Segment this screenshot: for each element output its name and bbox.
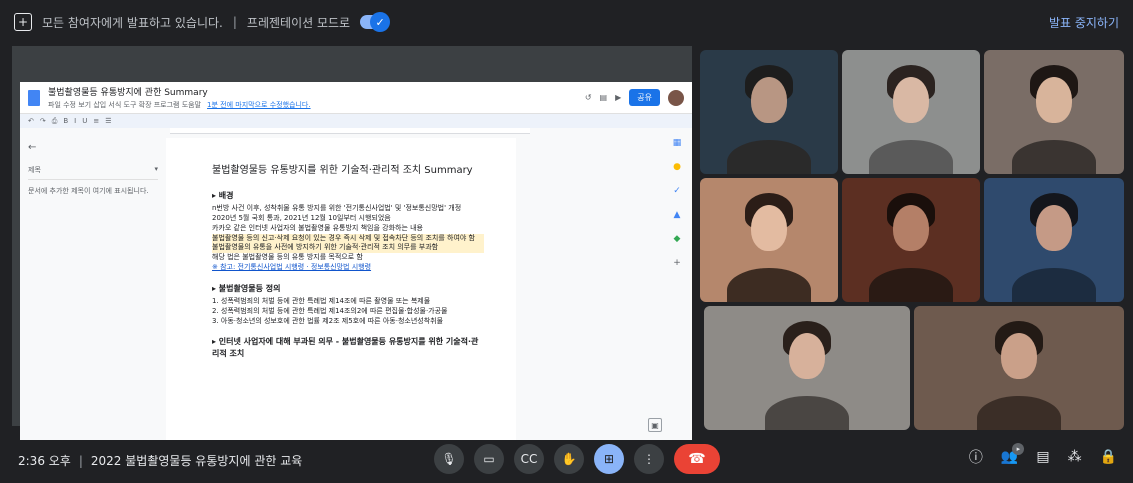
doc-page: 불법촬영물등 유통방지를 위한 기술적·관리적 조치 Summary ▸ 배경 … — [166, 138, 516, 440]
undo-icon: ↶ — [28, 117, 34, 125]
raise-hand-button[interactable]: ✋ — [554, 444, 584, 474]
keep-icon: ● — [673, 162, 681, 172]
presenting-bar: + 모든 참여자에게 발표하고 있습니다. | 프레젠테이션 모드로 ✓ 발표 … — [0, 0, 1133, 44]
people-button[interactable]: 👥 ▸ — [1001, 443, 1025, 465]
participants-badge-icon: ▸ — [1012, 443, 1025, 455]
section-line: 해당 법은 불법촬영물 등의 유통 방지를 목적으로 함 — [212, 253, 363, 262]
meeting-info: 2:36 오후 | 2022 불법촬영물등 유통방지에 관한 교육 — [18, 452, 302, 469]
chat-icon: ▤ — [1036, 449, 1050, 465]
participant-tile[interactable] — [700, 178, 838, 302]
hand-icon: ✋ — [561, 452, 577, 466]
section-line: 1. 성폭력범죄의 처벌 등에 관한 특례법 제14조에 따른 촬영물 또는 복… — [212, 296, 431, 305]
microphone-button[interactable]: 🎙 — [434, 444, 464, 474]
participant-tile[interactable] — [704, 306, 910, 430]
separator: | — [78, 453, 83, 468]
participant-tile[interactable] — [914, 306, 1124, 430]
history-icon: ↺ — [584, 93, 592, 102]
section-line: n번방 사건 이후, 성착취물 유통 방지를 위한 '전기통신사업법' 및 '정… — [212, 204, 462, 213]
outline-hint: 문서에 추가한 제목이 여기에 표시됩니다. — [28, 187, 149, 195]
presentation-mode-toggle[interactable]: ✓ — [360, 12, 391, 32]
activities-icon: ⁂ — [1067, 449, 1082, 465]
info-icon: ⓘ — [968, 450, 983, 466]
bold-icon: B — [63, 117, 69, 125]
section-line: 불법촬영물의 유통을 사전에 방지하기 위한 기술적·관리적 조치 의무를 부과… — [212, 243, 484, 254]
last-edit-link: 1분 전에 마지막으로 수정했습니다. — [207, 101, 311, 109]
present-screen-icon: + — [14, 13, 32, 31]
presentation-mode-label: 프레젠테이션 모드로 — [246, 15, 351, 30]
avatar — [668, 89, 684, 106]
shared-doc-window: 불법촬영물등 유통방지에 관한 Summary 파일 수정 보기 삽입 서식 도… — [20, 82, 692, 440]
comment-icon: ▤ — [599, 93, 608, 102]
contacts-icon: ▲ — [673, 210, 681, 220]
doc-menu: 파일 수정 보기 삽입 서식 도구 확장 프로그램 도움말 1분 전에 마지막으로… — [48, 101, 311, 109]
list-icon: ☰ — [105, 117, 112, 125]
doc-outline: ← 제목 ▾ 문서에 추가한 제목이 여기에 표시됩니다. — [28, 142, 158, 196]
print-icon: ⎙ — [51, 116, 58, 125]
doc-header: 불법촬영물등 유통방지에 관한 Summary 파일 수정 보기 삽입 서식 도… — [20, 82, 692, 114]
section-title: ▸ 불법촬영물등 정의 — [212, 283, 281, 293]
meeting-time: 2:36 오후 — [18, 454, 71, 468]
participant-tile[interactable] — [984, 50, 1124, 174]
maps-icon: ◆ — [673, 234, 681, 244]
separator: | — [232, 15, 237, 29]
section-links: ※ 참고: 전기통신사업법 시행령 · 정보통신망법 시행령 — [212, 262, 372, 271]
captions-icon: CC — [520, 452, 538, 466]
redo-icon: ↷ — [39, 117, 46, 125]
leave-call-button[interactable]: ☎ — [674, 444, 720, 474]
chat-button[interactable]: ▤ — [1036, 449, 1049, 465]
participant-tile[interactable] — [842, 50, 980, 174]
section-line: 3. 아동·청소년의 성보호에 관한 법률 제2조 제5호에 따른 아동·청소년… — [212, 316, 444, 325]
camera-button[interactable]: ▭ — [474, 444, 504, 474]
participant-tile[interactable] — [984, 178, 1124, 302]
participant-grid — [700, 50, 1124, 430]
participant-tile[interactable] — [700, 50, 838, 174]
doc-heading: 불법촬영물등 유통방지를 위한 기술적·관리적 조치 Summary — [212, 165, 473, 176]
section-line: 2. 성폭력범죄의 처벌 등에 관한 특례법 제14조의2에 따른 편집물·합성… — [212, 306, 448, 315]
camera-icon: ▭ — [483, 452, 495, 466]
presenting-text: 모든 참여자에게 발표하고 있습니다. — [42, 15, 223, 30]
hang-up-icon: ☎ — [688, 451, 706, 467]
section-line: 2020년 5월 국회 통과, 2021년 12월 10일부터 시행되었음 — [212, 213, 391, 222]
section-title: ▸ 인터넷 사업자에 대해 부과된 의무 - 불법촬영물등 유통방지를 위한 기… — [212, 337, 479, 358]
section-line: 카카오 같은 인터넷 사업자의 불법촬영물 유통방지 책임을 강화하는 내용 — [212, 223, 423, 232]
calendar-icon: ▦ — [672, 138, 682, 148]
presentation-stage: 불법촬영물등 유통방지에 관한 Summary 파일 수정 보기 삽입 서식 도… — [12, 46, 692, 440]
doc-side-panel: ▦ ● ✓ ▲ ◆ + — [670, 138, 684, 268]
docs-logo-icon — [28, 89, 40, 106]
section-line: 불법촬영물 등의 신고·삭제 요청이 있는 경우 즉시 삭제 및 접속차단 등의… — [212, 233, 484, 244]
stop-presenting-button[interactable]: 발표 중지하기 — [1049, 14, 1119, 31]
explore-icon: ▣ — [648, 418, 662, 432]
doc-title: 불법촬영물등 유통방지에 관한 Summary — [48, 88, 208, 98]
participant-tile[interactable] — [842, 178, 980, 302]
italic-icon: I — [74, 117, 77, 125]
more-vert-icon: ⋮ — [643, 452, 655, 466]
more-options-button[interactable]: ⋮ — [634, 444, 664, 474]
call-controls: 🎙 ▭ CC ✋ ⊞ ⋮ ☎ — [434, 444, 720, 474]
check-icon: ✓ — [370, 12, 391, 32]
meeting-name: 2022 불법촬영물등 유통방지에 관한 교육 — [90, 454, 303, 468]
present-now-button[interactable]: ⊞ — [594, 444, 624, 474]
meeting-details-button[interactable]: ⓘ — [969, 447, 983, 467]
section-title: ▸ 배경 — [212, 191, 234, 200]
align-icon: ≡ — [93, 117, 100, 125]
meet-icon: ▶ — [615, 93, 622, 102]
host-controls-button[interactable]: 🔒 — [1100, 449, 1117, 465]
microphone-icon: 🎙 — [441, 452, 457, 466]
tasks-icon: ✓ — [673, 186, 681, 196]
lock-icon: 🔒 — [1099, 449, 1117, 465]
captions-button[interactable]: CC — [514, 444, 544, 474]
present-screen-icon: ⊞ — [603, 452, 615, 466]
activities-button[interactable]: ⁂ — [1068, 449, 1082, 465]
doc-toolbar: ↶ ↷ ⎙ B I U ≡ ☰ — [20, 114, 692, 128]
meeting-bottom-bar: 2:36 오후 | 2022 불법촬영물등 유통방지에 관한 교육 🎙 ▭ CC… — [0, 438, 1133, 483]
add-icon: + — [673, 258, 681, 268]
side-controls: ⓘ 👥 ▸ ▤ ⁂ 🔒 — [969, 443, 1117, 467]
underline-icon: U — [82, 117, 88, 125]
share-button: 공유 — [629, 89, 660, 106]
back-arrow-icon: ← — [28, 142, 37, 153]
outline-title: 제목 — [28, 166, 41, 174]
chevron-down-icon: ▾ — [154, 165, 158, 173]
